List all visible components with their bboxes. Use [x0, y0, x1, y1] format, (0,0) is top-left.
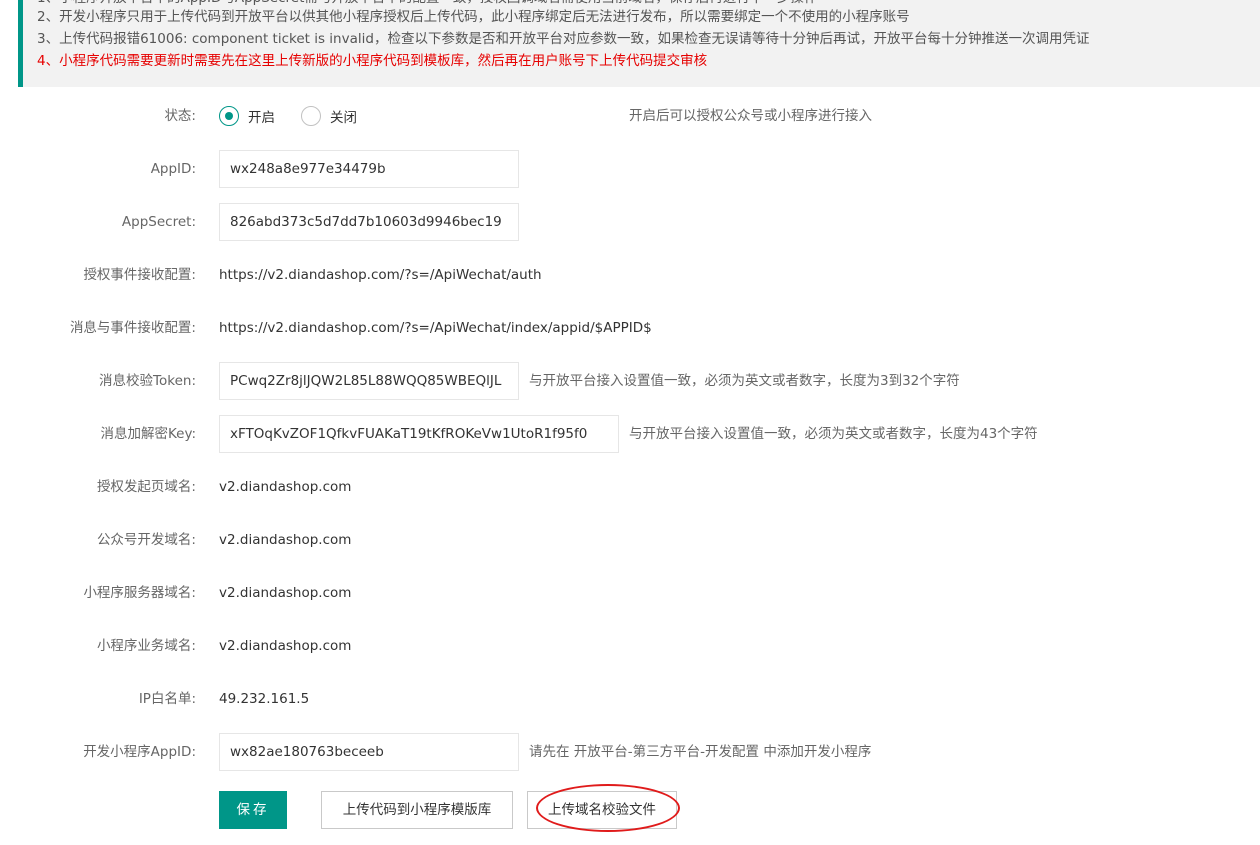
appsecret-label: AppSecret:	[121, 214, 196, 230]
aeskey-hint: 与开放平台接入设置值一致，必须为英文或者数字，长度为43个字符	[629, 426, 1038, 442]
upload-verify-file-button[interactable]: 上传域名校验文件	[527, 791, 677, 829]
status-off-label: 关闭	[330, 110, 357, 126]
dev-appid-row: 开发小程序AppID: wx82ae180763beceeb 请先在 开放平台-…	[0, 733, 1260, 771]
notice-line-3: 3、上传代码报错61006: component ticket is inval…	[37, 31, 1090, 47]
dev-appid-label: 开发小程序AppID:	[83, 744, 196, 760]
auth-event-label: 授权事件接收配置:	[83, 267, 196, 283]
aeskey-input[interactable]: xFTOqKvZOF1QfkvFUAKaT19tKfROKeVw1UtoR1f9…	[219, 415, 619, 453]
status-off-radio[interactable]: 关闭	[301, 106, 357, 126]
status-row: 状态: 开启 关闭 开启后可以授权公众号或小程序进行接入	[0, 97, 1260, 135]
notice-line-4: 4、小程序代码需要更新时需要先在这里上传新版的小程序代码到模板库，然后再在用户账…	[37, 53, 708, 69]
aeskey-label: 消息加解密Key:	[100, 426, 196, 442]
mp-domain-label: 公众号开发域名:	[96, 532, 196, 548]
biz-domain-label: 小程序业务域名:	[96, 638, 196, 654]
auth-domain-row: 授权发起页域名: v2.diandashop.com	[0, 468, 1260, 506]
radio-unchecked-icon	[301, 106, 321, 126]
auth-event-row: 授权事件接收配置: https://v2.diandashop.com/?s=/…	[0, 256, 1260, 294]
notice-line-2: 2、开发小程序只用于上传代码到开放平台以供其他小程序授权后上传代码，此小程序绑定…	[37, 9, 910, 25]
biz-domain-value: v2.diandashop.com	[219, 638, 352, 654]
token-row: 消息校验Token: PCwq2Zr8jlJQW2L85L88WQQ85WBEQ…	[0, 362, 1260, 400]
appsecret-input[interactable]: 826abd373c5d7dd7b10603d9946bec19	[219, 203, 519, 241]
status-on-label: 开启	[248, 110, 275, 126]
mp-domain-value: v2.diandashop.com	[219, 532, 352, 548]
radio-checked-icon	[219, 106, 239, 126]
biz-domain-row: 小程序业务域名: v2.diandashop.com	[0, 627, 1260, 665]
auth-event-value: https://v2.diandashop.com/?s=/ApiWechat/…	[219, 267, 542, 283]
token-label: 消息校验Token:	[99, 373, 196, 389]
dev-appid-input[interactable]: wx82ae180763beceeb	[219, 733, 519, 771]
appid-label: AppID:	[150, 161, 196, 177]
ip-whitelist-row: IP白名单: 49.232.161.5	[0, 680, 1260, 718]
server-domain-value: v2.diandashop.com	[219, 585, 352, 601]
msg-event-label: 消息与事件接收配置:	[69, 320, 196, 336]
msg-event-row: 消息与事件接收配置: https://v2.diandashop.com/?s=…	[0, 309, 1260, 347]
msg-event-value: https://v2.diandashop.com/?s=/ApiWechat/…	[219, 320, 652, 336]
mp-domain-row: 公众号开发域名: v2.diandashop.com	[0, 521, 1260, 559]
token-input[interactable]: PCwq2Zr8jlJQW2L85L88WQQ85WBEQlJL	[219, 362, 519, 400]
ip-whitelist-value: 49.232.161.5	[219, 691, 310, 707]
upload-code-button[interactable]: 上传代码到小程序模版库	[321, 791, 513, 829]
status-on-radio[interactable]: 开启	[219, 106, 275, 126]
appsecret-row: AppSecret: 826abd373c5d7dd7b10603d9946be…	[0, 203, 1260, 241]
appid-row: AppID: wx248a8e977e34479b	[0, 150, 1260, 188]
status-hint: 开启后可以授权公众号或小程序进行接入	[629, 108, 872, 124]
server-domain-row: 小程序服务器域名: v2.diandashop.com	[0, 574, 1260, 612]
auth-domain-value: v2.diandashop.com	[219, 479, 352, 495]
dev-appid-hint: 请先在 开放平台-第三方平台-开发配置 中添加开发小程序	[529, 744, 872, 760]
auth-domain-label: 授权发起页域名:	[96, 479, 196, 495]
status-label: 状态:	[164, 108, 196, 124]
server-domain-label: 小程序服务器域名:	[83, 585, 196, 601]
ip-whitelist-label: IP白名单:	[138, 691, 196, 707]
save-button[interactable]: 保存	[219, 791, 287, 829]
notice-panel: 1、小程序开放平台中的AppID与AppSecret需与开放平台中的配置一致，授…	[18, 0, 1260, 87]
appid-input[interactable]: wx248a8e977e34479b	[219, 150, 519, 188]
token-hint: 与开放平台接入设置值一致，必须为英文或者数字，长度为3到32个字符	[529, 373, 960, 389]
aeskey-row: 消息加解密Key: xFTOqKvZOF1QfkvFUAKaT19tKfROKe…	[0, 415, 1260, 453]
